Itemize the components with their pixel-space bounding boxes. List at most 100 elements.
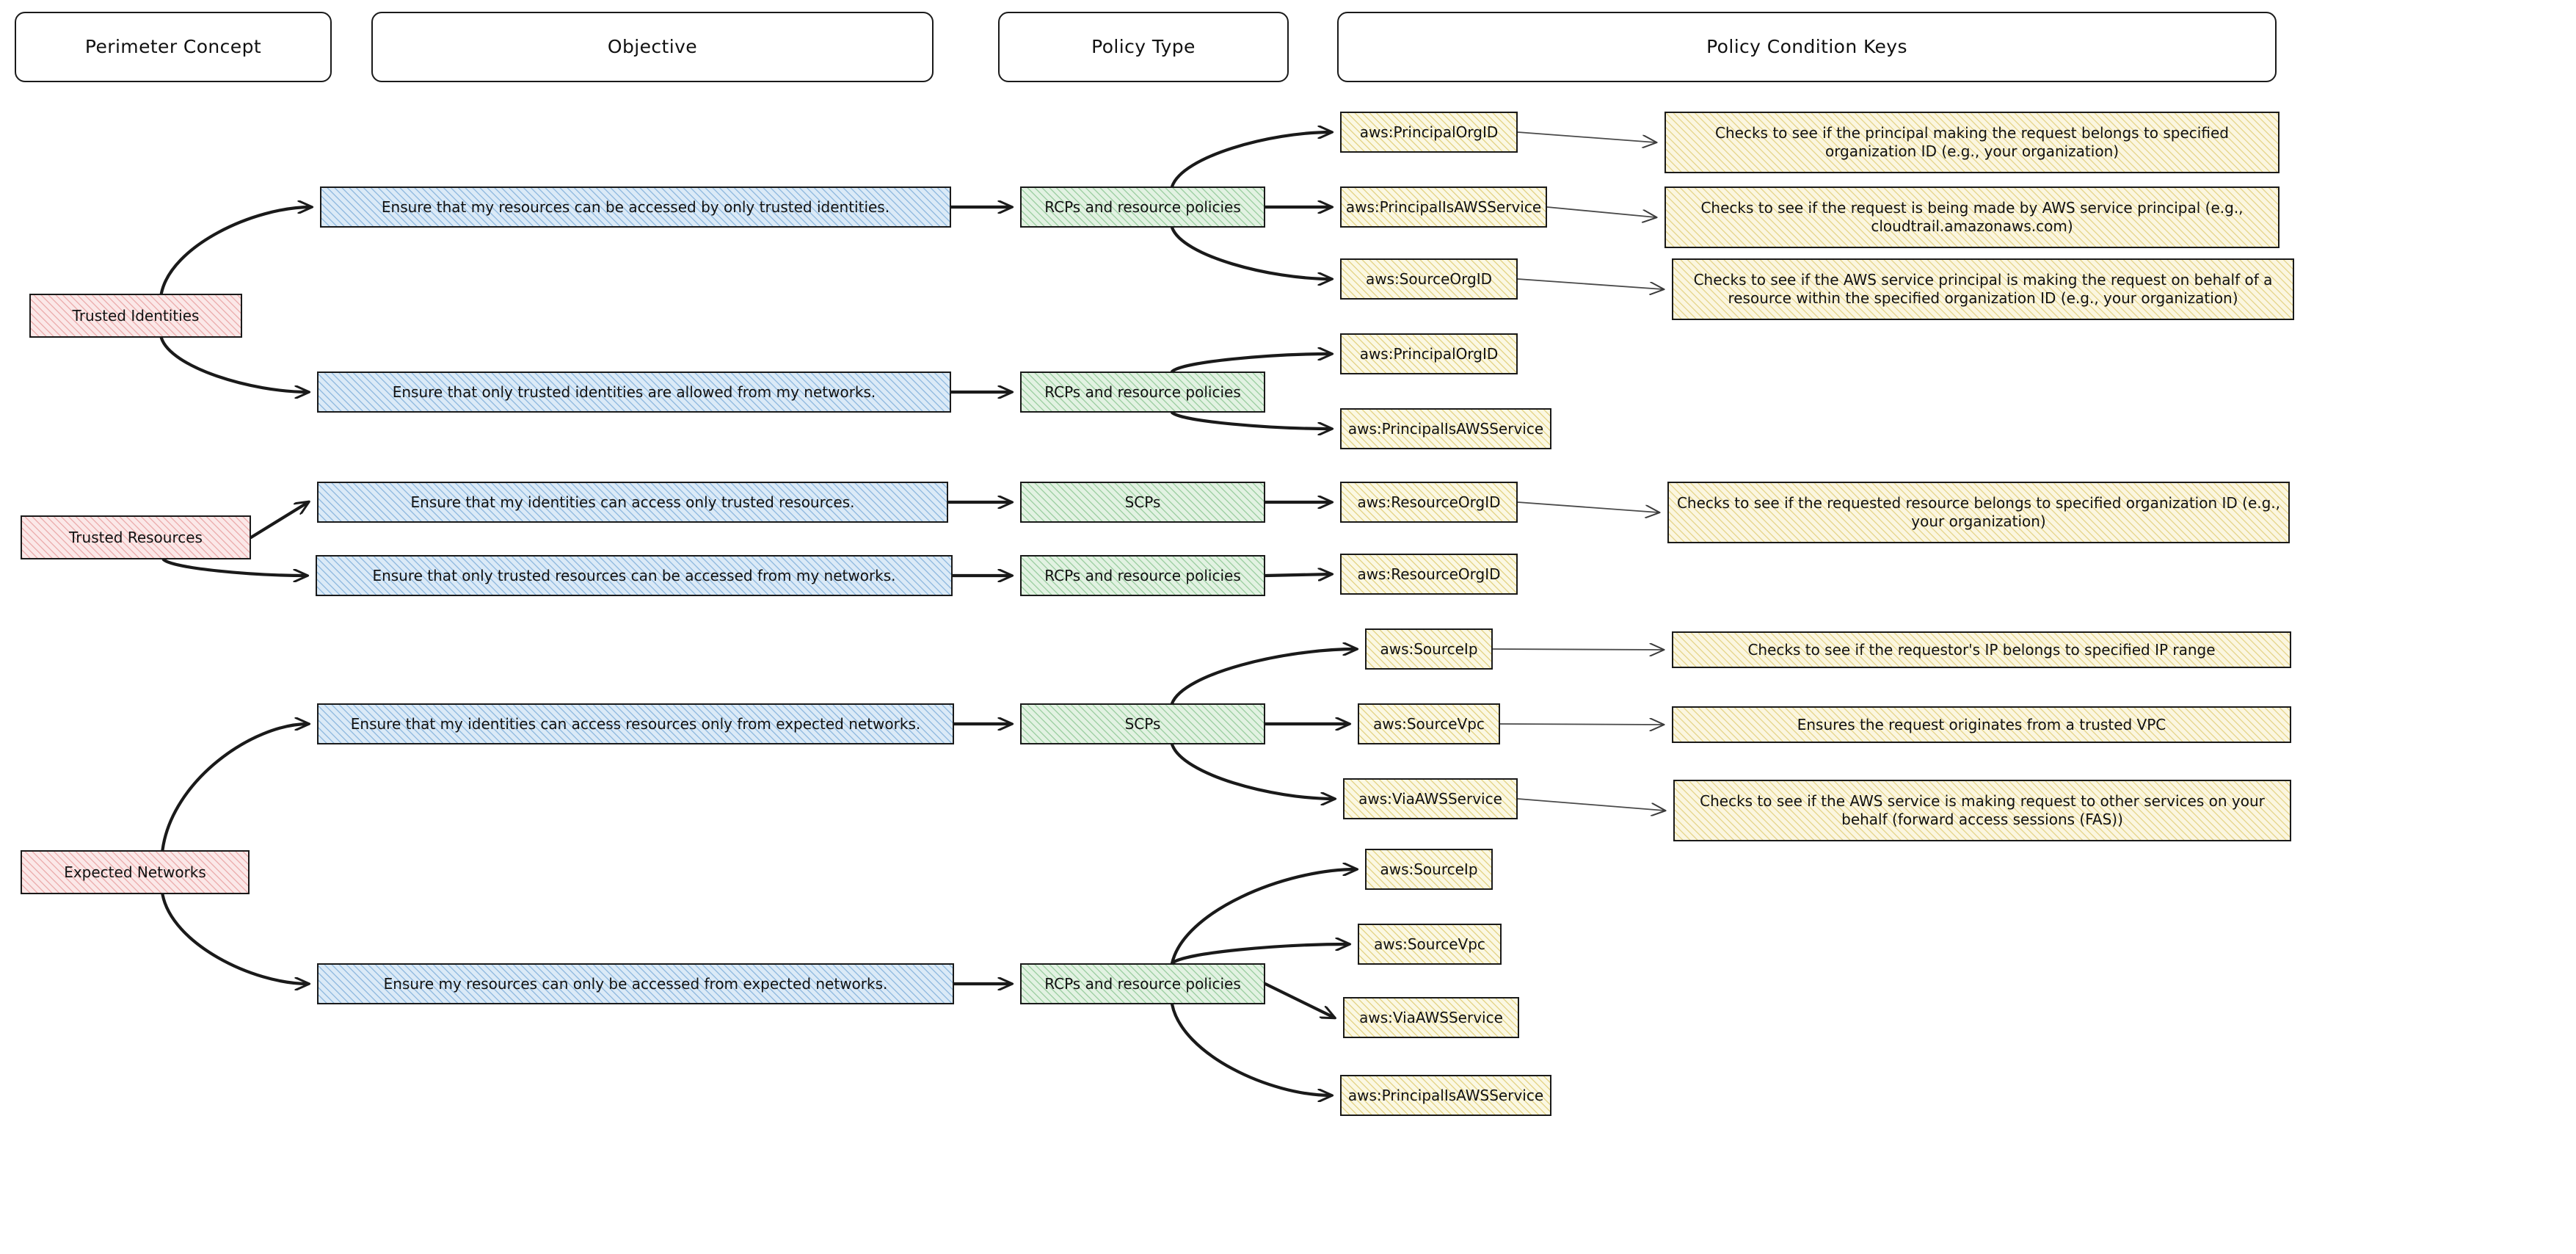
condition-key-key-3-label: aws:SourceOrgID xyxy=(1365,269,1493,288)
column-header-policy-type-label: Policy Type xyxy=(1091,36,1196,58)
policy-type-pol-5-label: SCPs xyxy=(1124,714,1161,733)
edge-e-pol1-key3 xyxy=(1170,225,1331,279)
objective-obj-1-label: Ensure that my resources can be accessed… xyxy=(381,197,890,216)
column-header-policy-type: Policy Type xyxy=(998,12,1289,82)
edge-e-pol6-key11 xyxy=(1170,869,1356,965)
policy-type-pol-2[interactable]: RCPs and resource policies xyxy=(1020,372,1267,414)
condition-key-key-11-label: aws:SourceIp xyxy=(1380,860,1478,878)
policy-type-pol-6[interactable]: RCPs and resource policies xyxy=(1020,963,1267,1006)
objective-obj-5[interactable]: Ensure that my identities can access res… xyxy=(317,703,956,746)
condition-key-key-6[interactable]: aws:ResourceOrgID xyxy=(1340,482,1519,524)
condition-key-key-2-label: aws:PrincipalIsAWSService xyxy=(1345,197,1542,216)
condition-key-key-7-label: aws:ResourceOrgID xyxy=(1357,565,1501,583)
condition-key-key-1-label: aws:PrincipalOrgID xyxy=(1359,123,1499,141)
policy-type-pol-3[interactable]: SCPs xyxy=(1020,482,1267,524)
condition-key-description-desc-1-label: Checks to see if the principal making th… xyxy=(1715,124,2229,160)
edge-e-en-obj6 xyxy=(161,892,308,984)
objective-obj-6[interactable]: Ensure my resources can only be accessed… xyxy=(317,963,956,1006)
objective-obj-2-label: Ensure that only trusted identities are … xyxy=(392,383,876,401)
objective-obj-5-label: Ensure that my identities can access res… xyxy=(350,714,921,733)
condition-key-description-desc-4: Checks to see if the requested resource … xyxy=(1667,482,2291,545)
perimeter-concept-trusted-resources-label: Trusted Resources xyxy=(69,528,203,546)
condition-key-key-10[interactable]: aws:ViaAWSService xyxy=(1343,778,1519,821)
condition-key-key-1[interactable]: aws:PrincipalOrgID xyxy=(1340,112,1519,154)
policy-type-pol-4[interactable]: RCPs and resource policies xyxy=(1020,555,1267,598)
edge-e-pol6-key12 xyxy=(1170,944,1349,965)
condition-key-description-desc-7: Checks to see if the AWS service is maki… xyxy=(1673,780,2293,843)
edge-e-key6-desc4 xyxy=(1517,501,1659,512)
diagram-canvas: Perimeter Concept Objective Policy Type Pol… xyxy=(0,0,2576,1254)
policy-type-pol-1-label: RCPs and resource policies xyxy=(1044,197,1241,216)
condition-key-key-9-label: aws:SourceVpc xyxy=(1373,714,1485,733)
policy-type-pol-6-label: RCPs and resource policies xyxy=(1044,974,1241,993)
condition-key-description-desc-7-label: Checks to see if the AWS service is maki… xyxy=(1700,792,2265,828)
objective-obj-2[interactable]: Ensure that only trusted identities are … xyxy=(317,372,953,414)
condition-key-description-desc-2: Checks to see if the request is being ma… xyxy=(1664,186,2281,250)
perimeter-concept-trusted-identities-label: Trusted Identities xyxy=(72,306,200,325)
condition-key-description-desc-2-label: Checks to see if the request is being ma… xyxy=(1700,199,2244,235)
condition-key-key-11[interactable]: aws:SourceIp xyxy=(1365,849,1494,891)
column-header-perimeter-concept-label: Perimeter Concept xyxy=(84,36,262,58)
policy-type-pol-5[interactable]: SCPs xyxy=(1020,703,1267,746)
condition-key-key-3[interactable]: aws:SourceOrgID xyxy=(1340,258,1519,301)
objective-obj-3-label: Ensure that my identities can access onl… xyxy=(410,493,855,511)
column-header-policy-condition-keys: Policy Condition Keys xyxy=(1337,12,2277,82)
condition-key-key-8-label: aws:SourceIp xyxy=(1380,639,1478,658)
objective-obj-1[interactable]: Ensure that my resources can be accessed… xyxy=(320,186,953,229)
condition-key-key-4-label: aws:PrincipalOrgID xyxy=(1359,344,1499,363)
condition-key-key-10-label: aws:ViaAWSService xyxy=(1358,789,1502,808)
condition-key-key-13-label: aws:ViaAWSService xyxy=(1359,1008,1503,1026)
condition-key-key-8[interactable]: aws:SourceIp xyxy=(1365,628,1494,671)
edge-e-pol5-key8 xyxy=(1170,649,1356,706)
policy-type-pol-1[interactable]: RCPs and resource policies xyxy=(1020,186,1267,229)
condition-key-description-desc-1: Checks to see if the principal making th… xyxy=(1664,112,2281,175)
condition-key-description-desc-5: Checks to see if the requestor's IP belo… xyxy=(1672,631,2293,670)
condition-key-key-13[interactable]: aws:ViaAWSService xyxy=(1343,997,1521,1040)
condition-key-description-desc-3-label: Checks to see if the AWS service princip… xyxy=(1693,271,2273,307)
condition-key-key-5[interactable]: aws:PrincipalIsAWSService xyxy=(1340,408,1553,451)
objective-obj-4-label: Ensure that only trusted resources can b… xyxy=(372,566,896,584)
condition-key-key-2[interactable]: aws:PrincipalIsAWSService xyxy=(1340,186,1549,229)
condition-key-key-9[interactable]: aws:SourceVpc xyxy=(1358,703,1502,746)
edge-e-key3-desc3 xyxy=(1517,278,1663,289)
column-header-perimeter-concept: Perimeter Concept xyxy=(15,12,332,82)
condition-key-key-4[interactable]: aws:PrincipalOrgID xyxy=(1340,333,1519,376)
edge-e-pol1-key1 xyxy=(1170,132,1331,189)
column-header-policy-condition-keys-label: Policy Condition Keys xyxy=(1706,36,1907,58)
condition-key-key-12[interactable]: aws:SourceVpc xyxy=(1358,924,1503,966)
policy-type-pol-3-label: SCPs xyxy=(1124,493,1161,511)
condition-key-description-desc-4-label: Checks to see if the requested resource … xyxy=(1676,494,2281,530)
condition-key-key-14[interactable]: aws:PrincipalIsAWSService xyxy=(1340,1075,1553,1117)
edge-e-tr-obj3 xyxy=(249,502,308,540)
edge-e-en-obj5 xyxy=(161,724,308,852)
perimeter-concept-expected-networks-label: Expected Networks xyxy=(64,863,206,881)
perimeter-concept-trusted-identities[interactable]: Trusted Identities xyxy=(29,294,244,339)
edge-e-key9-desc6 xyxy=(1499,724,1663,725)
objective-obj-4[interactable]: Ensure that only trusted resources can b… xyxy=(316,555,954,598)
edge-e-pol5-key10 xyxy=(1170,742,1334,799)
policy-type-pol-4-label: RCPs and resource policies xyxy=(1044,566,1241,584)
column-header-objective-label: Objective xyxy=(607,36,698,58)
edge-e-ti-obj1 xyxy=(159,207,311,296)
condition-key-description-desc-6: Ensures the request originates from a tr… xyxy=(1672,706,2293,744)
edge-e-pol4-key7 xyxy=(1263,574,1331,576)
condition-key-key-14-label: aws:PrincipalIsAWSService xyxy=(1347,1086,1544,1104)
perimeter-concept-expected-networks[interactable]: Expected Networks xyxy=(21,850,251,896)
condition-key-key-12-label: aws:SourceVpc xyxy=(1374,935,1485,953)
objective-obj-3[interactable]: Ensure that my identities can access onl… xyxy=(317,482,950,524)
edge-e-key1-desc1 xyxy=(1517,131,1656,142)
edge-e-tr-obj4 xyxy=(161,557,307,576)
edge-e-key8-desc5 xyxy=(1492,649,1663,650)
column-header-objective: Objective xyxy=(371,12,934,82)
perimeter-concept-trusted-resources[interactable]: Trusted Resources xyxy=(21,515,252,561)
edge-e-pol2-key5 xyxy=(1170,410,1331,429)
condition-key-key-6-label: aws:ResourceOrgID xyxy=(1357,493,1501,511)
edge-e-key10-desc7 xyxy=(1517,798,1664,811)
edge-e-ti-obj2 xyxy=(159,336,308,392)
policy-type-pol-2-label: RCPs and resource policies xyxy=(1044,383,1241,401)
objective-obj-6-label: Ensure my resources can only be accessed… xyxy=(383,974,888,993)
edge-e-pol2-key4 xyxy=(1170,354,1331,374)
condition-key-description-desc-5-label: Checks to see if the requestor's IP belo… xyxy=(1747,640,2216,659)
edge-e-pol6-key13 xyxy=(1263,982,1334,1018)
condition-key-key-7[interactable]: aws:ResourceOrgID xyxy=(1340,554,1519,596)
